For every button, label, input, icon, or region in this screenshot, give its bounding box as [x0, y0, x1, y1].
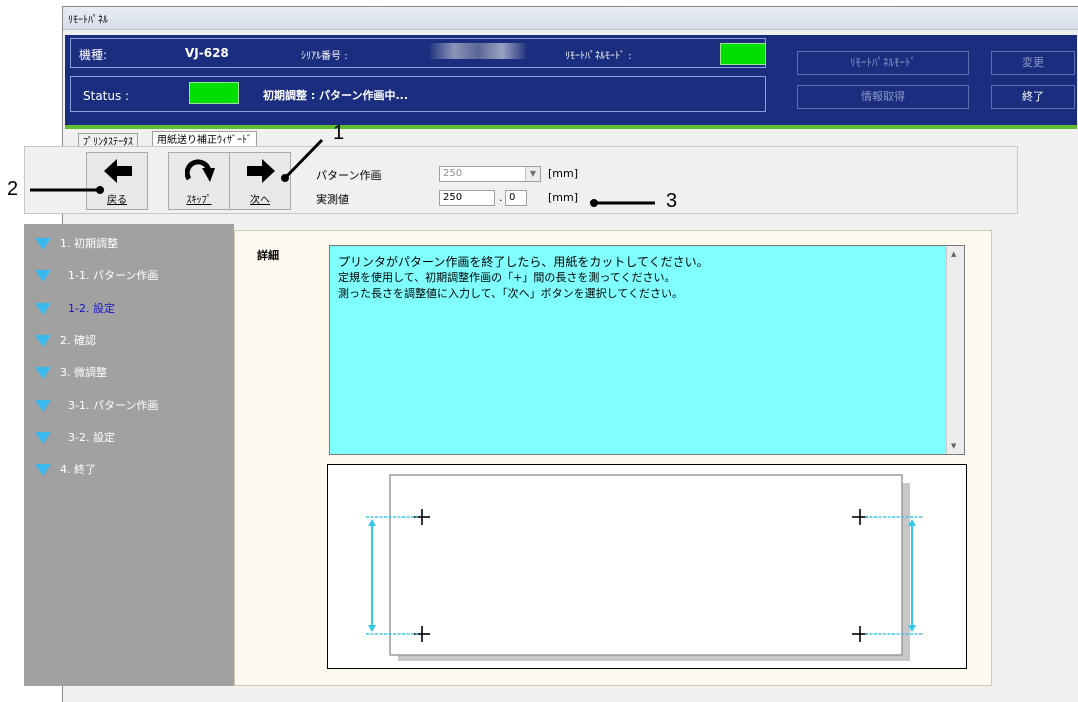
callout-3: 3	[666, 190, 678, 212]
callout-2: 2	[7, 178, 19, 200]
callout-lines	[30, 138, 655, 207]
callout-1: 1	[333, 122, 345, 144]
